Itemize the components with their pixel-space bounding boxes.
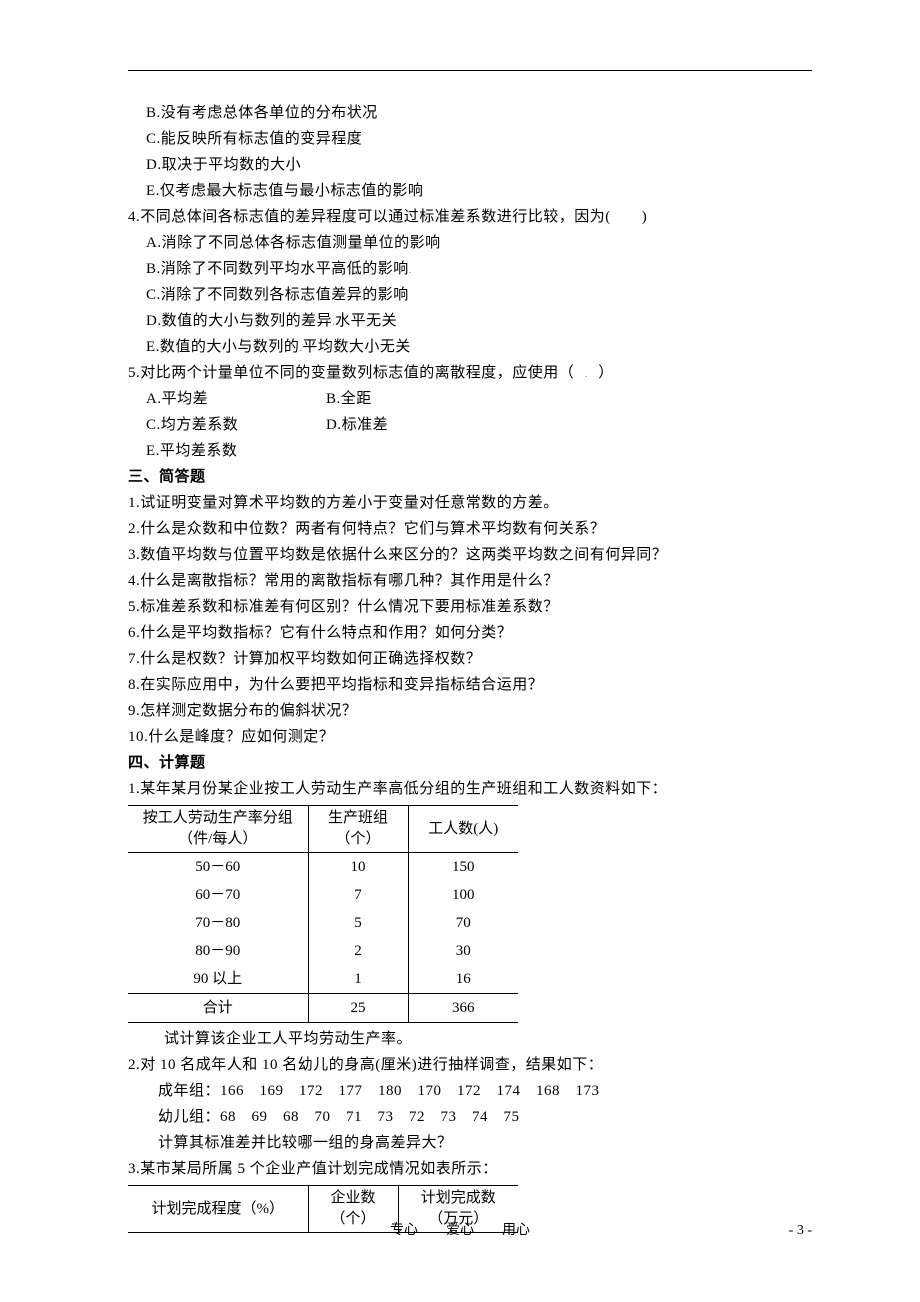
q4-b-text: B.消除了不同数列平均水平高低的影响 — [146, 261, 409, 277]
s3-q1: 1.试证明变量对算术平均数的方差小于变量对任意常数的方差。 — [128, 491, 812, 515]
section4-title: 四、计算题 — [128, 751, 812, 775]
s4-q1-tail: 试计算该企业工人平均劳动生产率。 — [128, 1027, 812, 1051]
s3-q5: 5.标准差系数和标准差有何区别？什么情况下要用标准差系数？ — [128, 595, 812, 619]
footer-motto: 专心 爱心 用心 — [0, 1220, 920, 1242]
section3-title: 三、简答题 — [128, 465, 812, 489]
s3-q7: 7.什么是权数？计算加权平均数如何正确选择权数？ — [128, 647, 812, 671]
s3-q9: 9.怎样测定数据分布的偏斜状况？ — [128, 699, 812, 723]
s4-q2-task: 计算其标准差并比较哪一组的身高差异大？ — [128, 1131, 812, 1155]
q1-table: 按工人劳动生产率分组 （件/每人） 生产班组 （个） 工人数(人) 50－60101… — [128, 805, 518, 1023]
s4-q1-stem: 1.某年某月份某企业按工人劳动生产率高低分组的生产班组和工人数资料如下： — [128, 777, 812, 801]
s3-q3: 3.数值平均数与位置平均数是依据什么来区分的？这两类平均数之间有何异同？ — [128, 543, 812, 567]
s3-q8: 8.在实际应用中，为什么要把平均指标和变异指标结合运用？ — [128, 673, 812, 697]
s3-q2: 2.什么是众数和中位数？两者有何特点？它们与算术平均数有何关系？ — [128, 517, 812, 541]
t1-h1b: （件/每人） — [178, 831, 257, 847]
table-row: 70－80570 — [128, 909, 518, 937]
s4-q2-stem: 2.对 10 名成年人和 10 名幼儿的身高(厘米)进行抽样调查，结果如下： — [128, 1053, 812, 1077]
q5-option-e: E.平均差系数 — [128, 439, 812, 463]
table-row: 50－6010150 — [128, 853, 518, 882]
s3-q4: 4.什么是离散指标？常用的离散指标有哪几种？其作用是什么？ — [128, 569, 812, 593]
table-total-row: 合计25366 — [128, 994, 518, 1023]
option-d: D.取决于平均数的大小 — [128, 153, 812, 177]
q4-stem: 4.不同总体间各标志值的差异程度可以通过标准差系数进行比较，因为( ) — [128, 205, 812, 229]
s4-q2-child: 幼儿组：68 69 68 70 71 73 72 73 74 75 — [128, 1105, 812, 1129]
q5-row-ab: A.平均差B.全距 — [128, 387, 812, 411]
t1-h1a: 按工人劳动生产率分组 — [143, 810, 293, 826]
q4-option-a: A.消除了不同总体各标志值测量单位的影响 — [128, 231, 812, 255]
q5-stem: 5.对比两个计量单位不同的变量数列标志值的离散程度，应使用（ . ） — [128, 361, 812, 385]
t1-h2b: （个） — [335, 831, 380, 847]
option-e: E.仅考虑最大标志值与最小标志值的影响 — [128, 179, 812, 203]
t1-h3: 工人数(人) — [408, 806, 518, 853]
q4-option-b: B.消除了不同数列平均水平高低的影响. — [128, 257, 812, 281]
option-b: B.没有考虑总体各单位的分布状况 — [128, 101, 812, 125]
s3-q10: 10.什么是峰度？应如何测定？ — [128, 725, 812, 749]
t2-h3a: 计划完成数 — [421, 1190, 496, 1206]
q5-option-b: B.全距 — [326, 391, 372, 407]
q5-option-a: A.平均差 — [146, 387, 326, 411]
q5-option-d: D.标准差 — [326, 417, 388, 433]
t1-h2a: 生产班组 — [328, 810, 388, 826]
page-number: - 3 - — [789, 1220, 812, 1242]
header-divider — [128, 70, 812, 71]
q5-row-cd: C.均方差系数D.标准差 — [128, 413, 812, 437]
option-c: C.能反映所有标志值的变异程度 — [128, 127, 812, 151]
q5-option-c: C.均方差系数 — [146, 413, 326, 437]
s4-q2-adult: 成年组：166 169 172 177 180 170 172 174 168 … — [128, 1079, 812, 1103]
table-row: 90 以上116 — [128, 965, 518, 994]
q4-option-d: D.数值的大小与数列的差异.水平无关 — [128, 309, 812, 333]
q4-option-e: E.数值的大小与数列的.平均数大小无关 — [128, 335, 812, 359]
q4-option-c: C.消除了不同数列各标志值差异的影响 — [128, 283, 812, 307]
t2-h2a: 企业数 — [330, 1190, 375, 1206]
table-row: 60－707100 — [128, 881, 518, 909]
table-row: 80－90230 — [128, 937, 518, 965]
s4-q3-stem: 3.某市某局所属 5 个企业产值计划完成情况如表所示： — [128, 1157, 812, 1181]
s3-q6: 6.什么是平均数指标？它有什么特点和作用？如何分类？ — [128, 621, 812, 645]
